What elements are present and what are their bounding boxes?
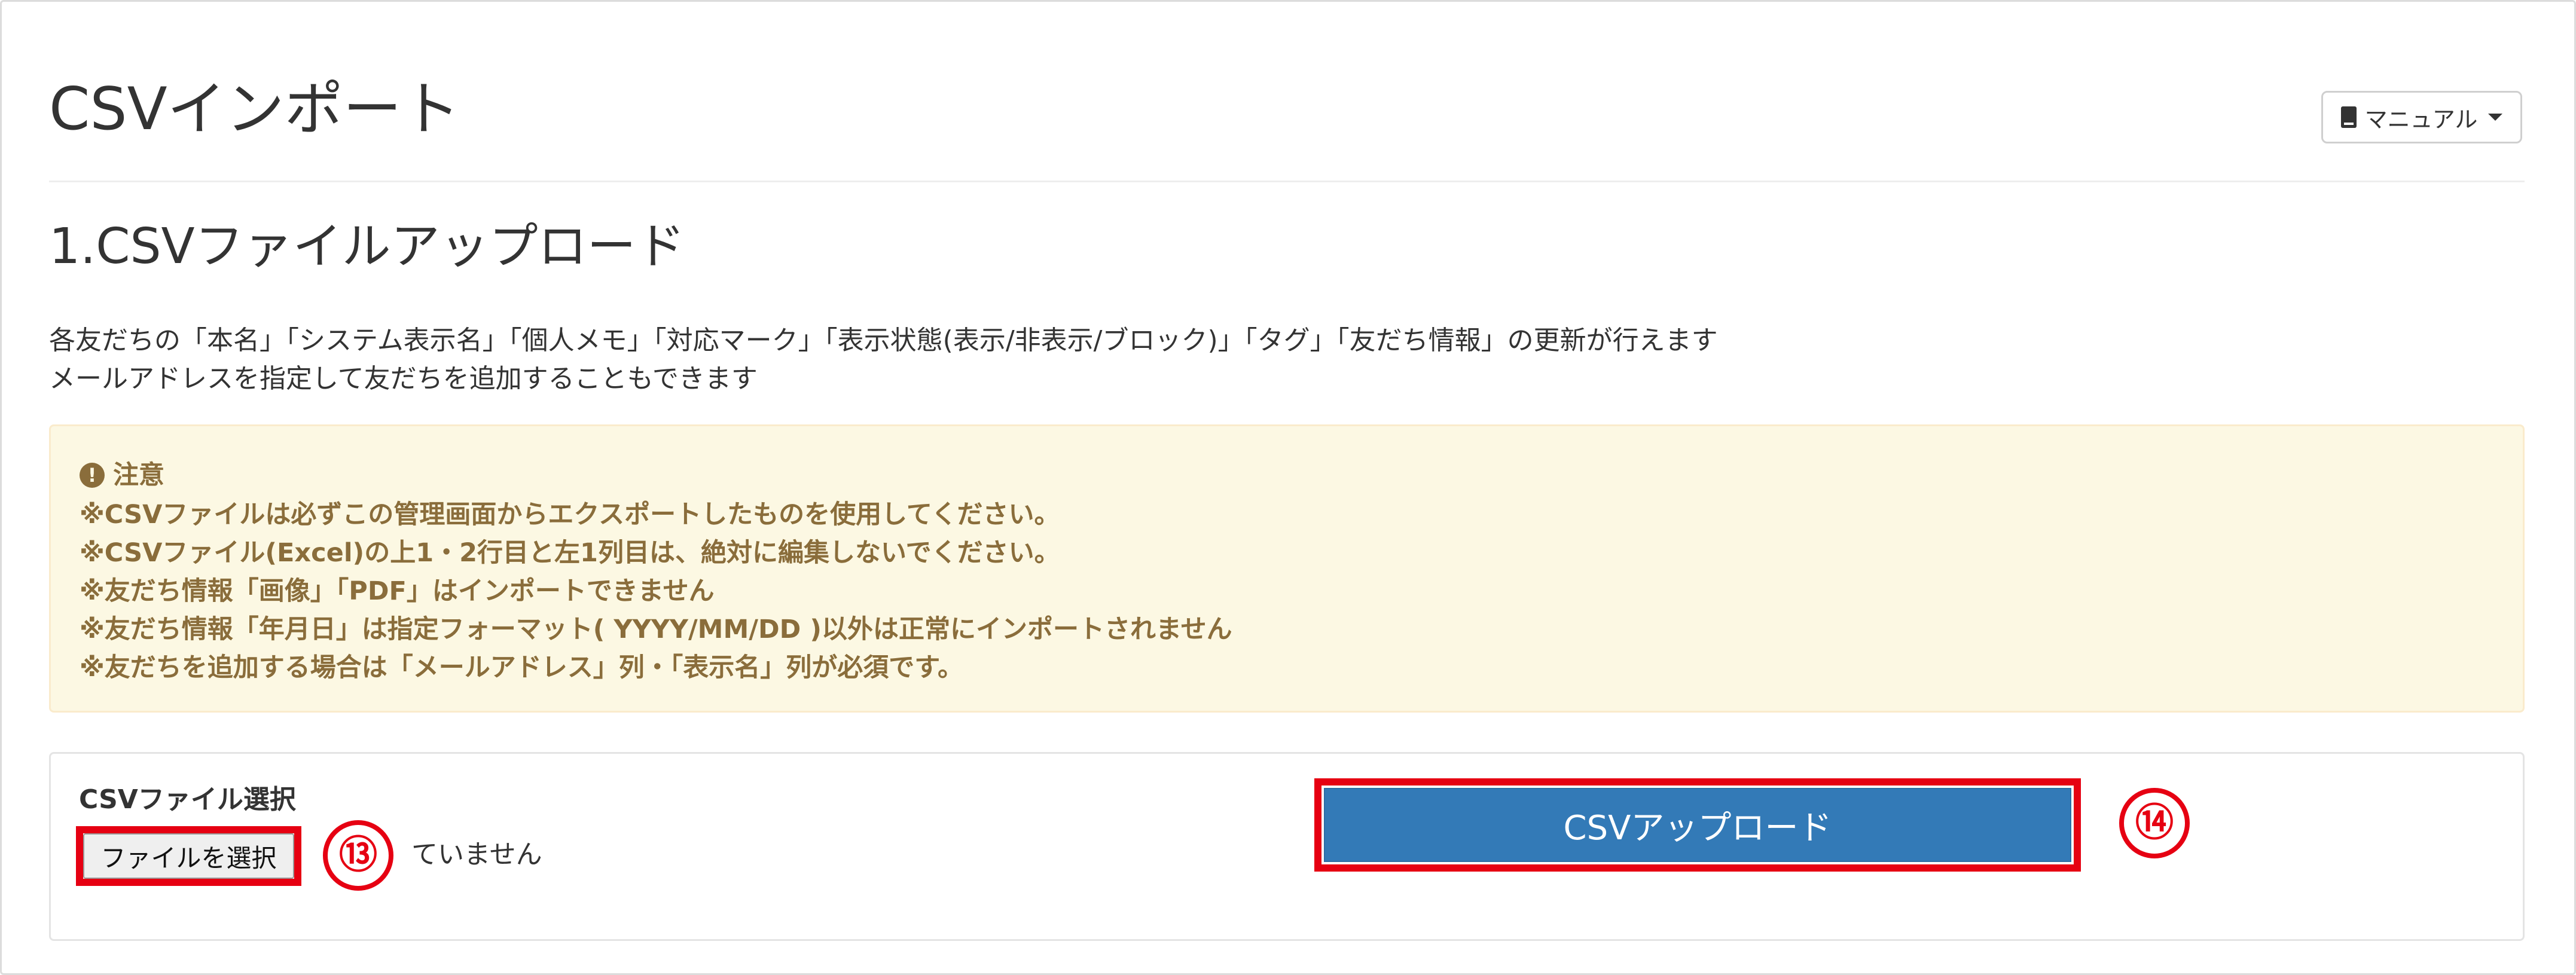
notice-line: ※友だち情報「画像」「PDF」はインポートできません	[80, 576, 715, 606]
exclamation-circle-icon: !	[80, 463, 105, 488]
section-title: 1.CSVファイルアップロード	[49, 218, 685, 275]
notice-line: ※CSVファイルは必ずこの管理画面からエクスポートしたものを使用してください。	[80, 500, 1060, 530]
caret-down-icon	[2488, 114, 2503, 121]
page-title: CSVインポート	[49, 75, 460, 143]
notice-line: ※CSVファイル(Excel)の上1・2行目と左1列目は、絶対に編集しないでくだ…	[80, 538, 1060, 568]
header-divider	[49, 181, 2525, 182]
notice-heading: ! 注意	[80, 456, 164, 494]
book-icon	[2340, 106, 2357, 128]
csv-upload-button[interactable]: CSVアップロード	[1324, 788, 2071, 862]
no-file-selected-text: ていません	[411, 839, 542, 870]
file-select-label: CSVファイル選択	[79, 784, 296, 815]
annotation-marker-13: ⑬	[323, 820, 393, 891]
description-line: 各友だちの「本名」「システム表示名」「個人メモ」「対応マーク」「表示状態(表示/…	[49, 325, 1718, 356]
choose-file-button[interactable]: ファイルを選択	[83, 833, 294, 879]
annotation-marker-14: ⑭	[2119, 788, 2190, 858]
manual-label: マニュアル	[2364, 106, 2478, 133]
manual-dropdown-button[interactable]: マニュアル	[2321, 91, 2522, 143]
notice-heading-text: 注意	[113, 460, 164, 490]
notice-line: ※友だちを追加する場合は「メールアドレス」列・「表示名」列が必須です。	[80, 653, 964, 683]
description-line: メールアドレスを指定して友だちを追加することもできます	[49, 363, 758, 394]
notice-line: ※友だち情報「年月日」は指定フォーマット( YYYY/MM/DD )以外は正常に…	[80, 615, 1232, 644]
notice-box: ! 注意 ※CSVファイルは必ずこの管理画面からエクスポートしたものを使用してく…	[49, 424, 2525, 713]
